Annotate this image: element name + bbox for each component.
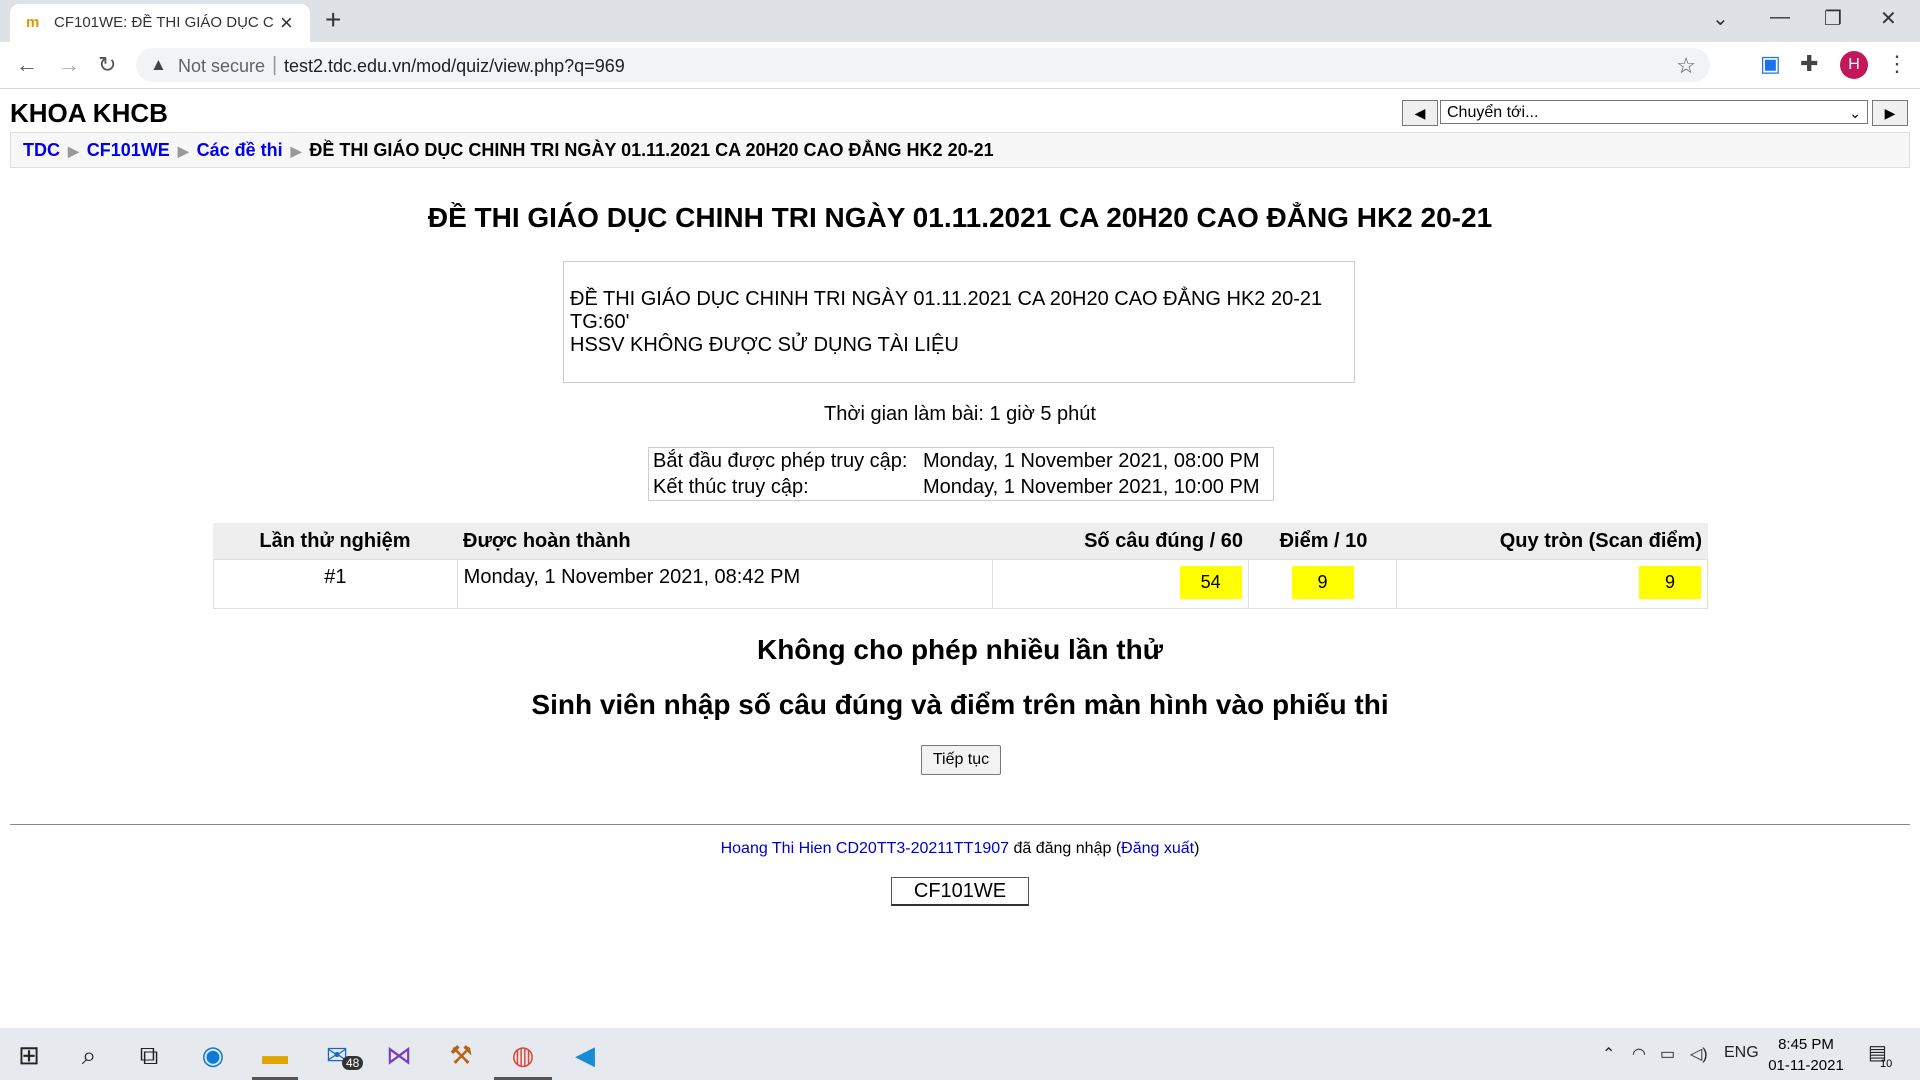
translate-icon[interactable]: ▣ [1760,51,1781,77]
clock[interactable]: 8:45 PM 01-11-2021 [1768,1034,1844,1076]
warning-icon: ▲ [150,55,167,74]
score-value: 9 [1291,566,1354,599]
table-header: Lần thử nghiệm Được hoàn thành Số câu đú… [213,523,1708,559]
attempts-table: Lần thử nghiệm Được hoàn thành Số câu đú… [213,523,1708,609]
logged-in-text: đã đăng nhập ( [1009,840,1122,857]
bookmark-star-icon[interactable]: ☆ [1676,53,1696,79]
course-home-button[interactable]: CF101WE [891,877,1029,906]
address-bar[interactable]: ▲ Not secure | test2.tdc.edu.vn/mod/quiz… [136,48,1710,82]
next-activity-button[interactable]: ▶ [1872,100,1908,126]
address-separator: | [272,54,278,76]
attempt-correct-cell: 54 [993,560,1249,608]
notification-count: 10 [1880,1058,1893,1070]
edge-icon[interactable]: ◉ [196,1038,230,1072]
rounded-score: 9 [1639,566,1701,599]
chevron-up-icon[interactable]: ⌃ [1602,1044,1615,1064]
forward-icon[interactable]: → [58,52,80,78]
col-score: Điểm / 10 [1279,530,1368,552]
moodle-favicon-icon: m [26,14,40,31]
chrome-icon[interactable]: ◍ [506,1038,540,1072]
breadcrumb-quizzes[interactable]: Các đề thi [197,140,283,160]
tab-strip: m CF101WE: ĐỀ THI GIÁO DỤC CHI × + ⌄ — ❐… [0,0,1920,42]
intro-line: TG:60' [570,311,630,333]
taskbar: ⊞ ⌕ ⧉ ◉ ▬ ✉ 48 ⋈ ⚒ ◍ ◀ ⌃ ◠ ▭ ◁) ENG 8:45… [0,1028,1920,1080]
instruction-text: Sinh viên nhập số câu đúng và điểm trên … [531,689,1389,720]
breadcrumb-arrow-icon: ▶ [290,143,302,159]
continue-button[interactable]: Tiếp tục [921,745,1001,775]
intro-line: ĐỀ THI GIÁO DỤC CHINH TRI NGÀY 01.11.202… [570,288,1323,310]
no-more-attempts: Không cho phép nhiều lần thử [756,634,1163,665]
breadcrumb-arrow-icon: ▶ [177,143,189,159]
attempt-number: #1 [214,560,458,608]
breadcrumb-arrow-icon: ▶ [68,143,79,159]
battery-icon[interactable]: ▭ [1660,1044,1675,1064]
attempt-rounded-cell: 9 [1397,560,1707,608]
correct-count: 54 [1179,566,1242,599]
extensions-icon[interactable]: ✚ [1800,51,1818,77]
file-explorer-icon[interactable]: ▬ [258,1038,292,1072]
jump-to-select[interactable]: Chuyển tới... ⌄ [1440,100,1868,124]
breadcrumb-course[interactable]: CF101WE [87,140,170,160]
chevron-down-icon: ⌄ [1849,105,1861,121]
vscode-icon[interactable]: ◀ [568,1038,602,1072]
col-rounded: Quy tròn (Scan điểm) [1499,530,1702,552]
user-link[interactable]: Hoang Thi Hien CD20TT3-20211TT1907 [721,840,1009,857]
table-row: #1 Monday, 1 November 2021, 08:42 PM 54 … [213,559,1708,609]
tools-app-icon[interactable]: ⚒ [444,1038,478,1072]
attempt-score-cell: 9 [1249,560,1398,608]
mail-badge: 48 [342,1056,364,1070]
jump-to-value: Chuyển tới... [1447,104,1539,121]
browser-tab[interactable]: m CF101WE: ĐỀ THI GIÁO DỤC CHI × [10,4,310,42]
minimize-icon[interactable]: — [1770,6,1790,29]
clock-date: 01-11-2021 [1768,1057,1844,1074]
window-close-icon[interactable]: ✕ [1880,6,1897,31]
access-times: Bắt đầu được phép truy cập: Monday, 1 Nov… [648,447,1274,501]
tab-title: CF101WE: ĐỀ THI GIÁO DỤC CHI [54,14,274,31]
col-completed: Được hoàn thành [463,530,631,552]
menu-icon[interactable]: ⋮ [1886,51,1908,77]
breadcrumb: TDC ▶ CF101WE ▶ Các đề thi ▶ ĐỀ THI GIÁO DỤC C… [23,140,994,161]
browser-toolbar: ← → ↻ ▲ Not secure | test2.tdc.edu.vn/mo… [0,42,1920,89]
breadcrumb-current: ĐỀ THI GIÁO DỤC CHINH TRI NGÀY 01.11.202… [309,140,994,160]
url-text[interactable]: test2.tdc.edu.vn/mod/quiz/view.php?q=969 [284,56,625,77]
login-info: Hoang Thi Hien CD20TT3-20211TT1907 đã đă… [0,840,1920,858]
logout-close: ) [1194,840,1200,857]
search-icon[interactable]: ⌕ [72,1038,106,1072]
logout-link[interactable]: Đăng xuất [1121,840,1194,857]
security-label[interactable]: Not secure [178,56,265,77]
language-indicator[interactable]: ENG [1724,1044,1759,1062]
open-label: Bắt đầu được phép truy cập: [653,450,908,472]
open-value: Monday, 1 November 2021, 08:00 PM [923,450,1260,472]
new-tab-icon[interactable]: + [325,4,341,36]
close-tab-icon[interactable]: × [280,10,293,36]
close-label: Kết thúc truy cập: [653,476,809,498]
attempt-completed: Monday, 1 November 2021, 08:42 PM [458,560,993,608]
page-title: ĐỀ THI GIÁO DỤC CHINH TRI NGÀY 01.11.202… [427,202,1493,233]
prev-activity-button[interactable]: ◀ [1402,100,1438,126]
volume-icon[interactable]: ◁) [1690,1044,1708,1064]
task-view-icon[interactable]: ⧉ [132,1038,166,1072]
tab-search-icon[interactable]: ⌄ [1712,6,1729,31]
site-name[interactable]: KHOA KHCB [10,98,168,129]
close-value: Monday, 1 November 2021, 10:00 PM [923,476,1260,498]
breadcrumb-tdc[interactable]: TDC [23,140,60,160]
wifi-icon[interactable]: ◠ [1632,1044,1646,1064]
col-correct: Số câu đúng / 60 [1084,530,1243,552]
breadcrumb-bar: TDC ▶ CF101WE ▶ Các đề thi ▶ ĐỀ THI GIÁO DỤC C… [10,132,1910,168]
reload-icon[interactable]: ↻ [98,52,116,78]
back-icon[interactable]: ← [16,52,38,78]
windows-start-icon[interactable]: ⊞ [12,1038,46,1072]
profile-avatar[interactable]: H [1840,51,1868,79]
time-limit: Thời gian làm bài: 1 giờ 5 phút [824,403,1096,425]
intro-line: HSSV KHÔNG ĐƯỢC SỬ DỤNG TÀI LIỆU [570,334,959,356]
restore-icon[interactable]: ❐ [1824,6,1842,31]
col-attempt: Lần thử nghiệm [259,530,411,552]
quiz-intro: ĐỀ THI GIÁO DỤC CHINH TRI NGÀY 01.11.202… [563,261,1355,383]
clock-time: 8:45 PM [1778,1036,1834,1053]
visual-studio-icon[interactable]: ⋈ [382,1038,416,1072]
footer-divider [10,824,1910,825]
